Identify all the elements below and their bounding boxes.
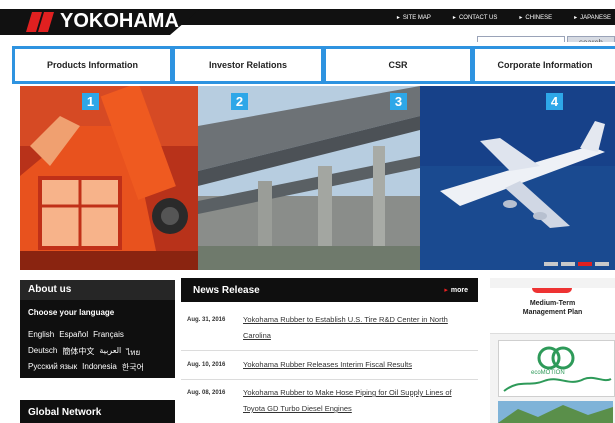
language-link-russian[interactable]: Русский язык <box>28 362 77 373</box>
contact-us-link[interactable]: CONTACT US <box>453 14 497 21</box>
language-link-francais[interactable]: Français <box>93 330 124 339</box>
language-link-english[interactable]: English <box>28 330 54 339</box>
language-row-3: Русский язык Indonesia 한국어 <box>28 362 144 373</box>
news-release-header: News Release more <box>181 278 478 302</box>
right-banner-column: Medium-Term Management Plan ecoMOTION <box>490 278 615 423</box>
language-link-simplified-chinese[interactable]: 簡体中文 <box>62 346 94 359</box>
news-link[interactable]: Yokohama Rubber Releases Interim Fiscal … <box>243 357 473 373</box>
main-nav: Products Information Investor Relations … <box>0 42 615 86</box>
step-badge-1: 1 <box>82 93 99 110</box>
eco-motion-banner[interactable]: ecoMOTION <box>498 340 615 397</box>
language-link-arabic[interactable]: العربية <box>99 346 121 359</box>
news-release-panel: News Release more Aug. 31, 2016 Yokohama… <box>181 278 478 423</box>
news-date: Aug. 08, 2016 <box>187 390 226 396</box>
lower-content: About us Choose your language English Es… <box>0 270 615 423</box>
japanese-link[interactable]: JAPANESE <box>574 14 611 21</box>
logo-text: YOKOHAMA <box>60 10 179 32</box>
slide-indicators <box>544 262 609 266</box>
eco-motion-logo-icon <box>503 346 612 392</box>
landscape-banner[interactable] <box>498 401 613 423</box>
language-link-korean[interactable]: 한국어 <box>122 362 144 373</box>
news-item: Aug. 08, 2016 Yokohama Rubber to Make Ho… <box>181 387 478 423</box>
news-date: Aug. 10, 2016 <box>187 362 226 368</box>
language-link-deutsch[interactable]: Deutsch <box>28 346 57 359</box>
hero-excavator-image <box>20 86 198 270</box>
about-us-panel: About us Choose your language English Es… <box>20 280 175 378</box>
global-network-panel[interactable]: Global Network <box>20 400 175 423</box>
plan-banner-line-2: Management Plan <box>522 309 583 316</box>
nav-products-information[interactable]: Products Information <box>12 46 173 84</box>
plan-banner-accent <box>532 288 572 293</box>
utility-links: SITE MAP CONTACT US CHINESE JAPANESE <box>397 9 611 25</box>
choose-language-label: Choose your language <box>28 308 115 317</box>
nav-csr[interactable]: CSR <box>323 46 473 84</box>
page: SITE MAP CONTACT US CHINESE JAPANESE YOK… <box>0 0 615 423</box>
step-badge-2: 2 <box>231 93 248 110</box>
language-link-indonesia[interactable]: Indonesia <box>82 362 117 373</box>
news-more-link[interactable]: more <box>444 286 468 294</box>
utility-strip: SITE MAP CONTACT US CHINESE JAPANESE <box>150 9 615 25</box>
step-badge-4: 4 <box>546 93 563 110</box>
news-item: Aug. 10, 2016 Yokohama Rubber Releases I… <box>181 359 478 380</box>
language-row-2: Deutsch 簡体中文 العربية ไทย <box>28 346 140 359</box>
management-plan-banner[interactable]: Medium-Term Management Plan <box>490 288 615 334</box>
slide-indicator[interactable] <box>561 262 575 266</box>
header: SITE MAP CONTACT US CHINESE JAPANESE YOK… <box>0 0 615 50</box>
nav-corporate-information[interactable]: Corporate Information <box>472 46 615 84</box>
news-link[interactable]: Yokohama Rubber to Make Hose Piping for … <box>243 385 473 417</box>
news-link[interactable]: Yokohama Rubber to Establish U.S. Tire R… <box>243 312 473 344</box>
language-link-thai[interactable]: ไทย <box>126 346 140 359</box>
site-map-link[interactable]: SITE MAP <box>397 14 431 21</box>
language-link-espanol[interactable]: Español <box>59 330 88 339</box>
bridge-illustration <box>198 86 420 270</box>
nav-investor-relations[interactable]: Investor Relations <box>172 46 324 84</box>
news-release-title: News Release <box>193 285 260 296</box>
eco-motion-text: ecoMOTION <box>531 370 565 376</box>
language-row-1: English Español Français <box>28 330 124 339</box>
global-network-title: Global Network <box>28 407 102 418</box>
slide-indicator[interactable] <box>595 262 609 266</box>
hero-bridge-image <box>198 86 420 270</box>
airplane-illustration <box>420 86 615 270</box>
news-item: Aug. 31, 2016 Yokohama Rubber to Establi… <box>181 314 478 351</box>
chinese-link[interactable]: CHINESE <box>519 14 552 21</box>
landscape-illustration <box>498 401 613 423</box>
step-badge-3: 3 <box>390 93 407 110</box>
slide-indicator[interactable] <box>578 262 592 266</box>
hero-airplane-image <box>420 86 615 270</box>
hero-slider[interactable] <box>20 86 615 270</box>
logo[interactable]: YOKOHAMA <box>0 9 200 35</box>
about-us-title[interactable]: About us <box>20 280 175 300</box>
slide-indicator[interactable] <box>544 262 558 266</box>
excavator-illustration <box>20 86 198 270</box>
plan-banner-line-1: Medium-Term <box>529 300 576 307</box>
news-date: Aug. 31, 2016 <box>187 317 226 323</box>
